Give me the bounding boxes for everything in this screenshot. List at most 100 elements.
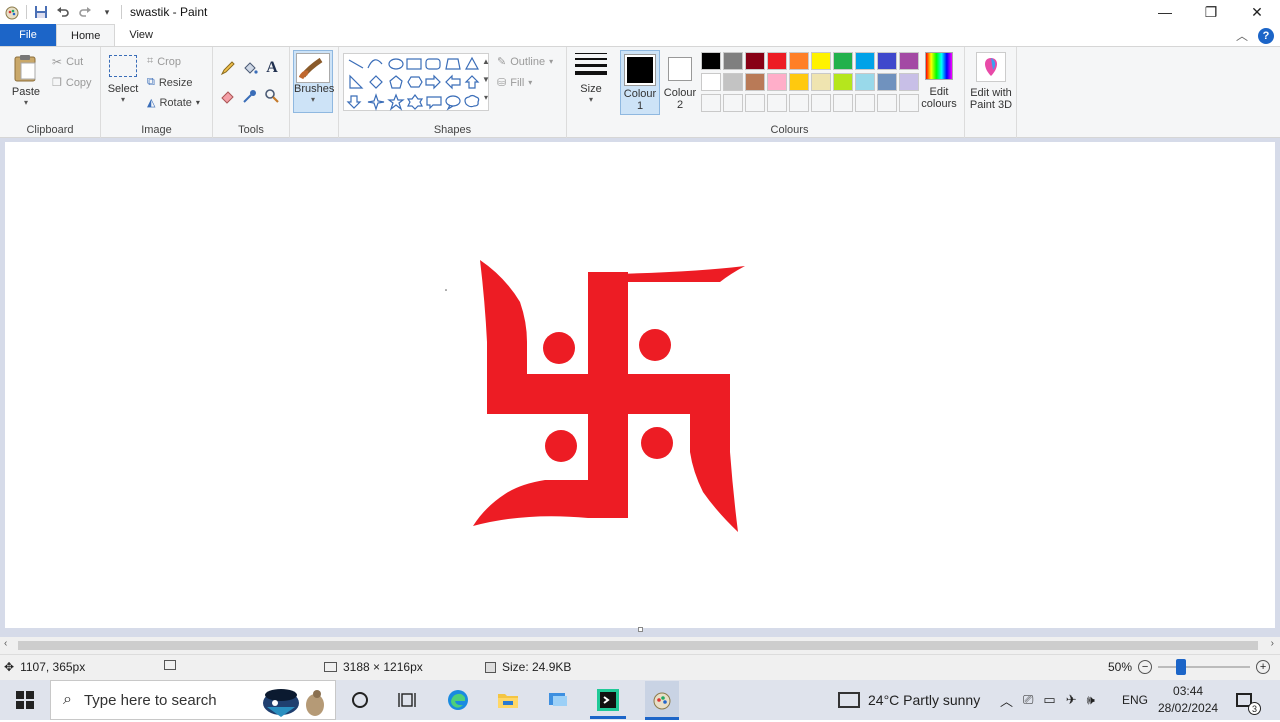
cut-button[interactable]: ✂ Cut [52, 55, 83, 69]
empty-colour-swatch[interactable] [833, 94, 853, 112]
paint-taskbar-icon[interactable] [645, 681, 679, 719]
redo-icon[interactable] [77, 4, 93, 20]
shape-line[interactable] [348, 59, 364, 69]
notification-center[interactable]: 3 [1236, 680, 1261, 720]
taskbar-search[interactable]: ⌕ Type here to search [50, 680, 336, 720]
shape-six-point-star[interactable] [406, 94, 424, 110]
scroll-left-icon[interactable]: ‹ [4, 638, 7, 649]
zoom-in-icon[interactable]: + [1256, 660, 1271, 674]
canvas-resize-handle[interactable] [638, 627, 643, 632]
help-icon[interactable]: ? [1258, 27, 1274, 44]
colour-swatch[interactable] [811, 73, 831, 91]
pycharm-icon[interactable] [596, 688, 620, 712]
colour-swatch[interactable] [899, 73, 919, 91]
colour1-button[interactable]: Colour 1 [620, 50, 660, 115]
colour-swatch[interactable] [899, 52, 919, 70]
empty-colour-swatch[interactable] [767, 94, 787, 112]
shape-right-arrow[interactable] [425, 74, 441, 90]
shape-oval-callout[interactable] [445, 95, 461, 111]
colour-swatch[interactable] [767, 52, 787, 70]
colour-swatch[interactable] [701, 73, 721, 91]
zoom-out-icon[interactable]: − [1138, 660, 1153, 674]
show-hidden-icons-icon[interactable]: ︿ [1000, 691, 1013, 710]
shape-five-point-star[interactable] [387, 93, 405, 111]
file-explorer-icon[interactable] [496, 688, 520, 712]
shape-left-arrow[interactable] [445, 74, 461, 90]
empty-colour-swatch[interactable] [701, 94, 721, 112]
language-indicator[interactable]: ENG [1122, 680, 1148, 720]
windows-start-icon[interactable] [13, 688, 37, 712]
empty-colour-swatch[interactable] [899, 94, 919, 112]
horizontal-scrollbar[interactable]: ‹ › [0, 637, 1280, 654]
colour-swatch[interactable] [701, 52, 721, 70]
fill-bucket-icon[interactable] [241, 59, 259, 77]
fill-button[interactable]: ⛁ Fill ▾ [497, 76, 532, 90]
size-button[interactable]: Size ▾ [573, 53, 609, 104]
rotate-button[interactable]: ◭ Rotate ▾ [147, 96, 200, 110]
shape-polygon[interactable] [445, 58, 461, 70]
magnifier-icon[interactable] [263, 87, 281, 105]
colour2-button[interactable]: Colour 2 [662, 50, 698, 115]
shape-four-point-star[interactable] [367, 93, 385, 111]
maximize-button[interactable]: ❐ [1188, 0, 1234, 24]
minimize-button[interactable]: — [1142, 0, 1188, 24]
empty-colour-swatch[interactable] [745, 94, 765, 112]
collapse-ribbon-icon[interactable]: ︿ [1236, 27, 1248, 44]
shape-rounded-callout[interactable] [426, 96, 442, 110]
edit-with-paint3d-button[interactable]: Edit with Paint 3D [967, 52, 1015, 111]
copy-button[interactable]: ❐ Copy [52, 76, 92, 90]
colour-swatch[interactable] [789, 52, 809, 70]
shape-right-triangle[interactable] [349, 74, 364, 89]
pencil-icon[interactable] [219, 59, 237, 77]
empty-colour-swatch[interactable] [789, 94, 809, 112]
resize-button[interactable]: ⧉ Resize [147, 76, 192, 89]
edit-colours-button[interactable]: Edit colours [918, 52, 960, 110]
close-button[interactable]: ✕ [1234, 0, 1280, 24]
colour-swatch[interactable] [745, 73, 765, 91]
shape-down-arrow[interactable] [346, 95, 362, 109]
colour-swatch[interactable] [767, 73, 787, 91]
meet-now-icon[interactable]: ⎚ [1023, 692, 1033, 708]
airplane-mode-icon[interactable]: ✈ [1066, 692, 1077, 708]
shape-oval[interactable] [388, 58, 404, 70]
colour-swatch[interactable] [789, 73, 809, 91]
zoom-slider-thumb[interactable] [1176, 659, 1187, 675]
empty-colour-swatch[interactable] [877, 94, 897, 112]
tab-file[interactable]: File [0, 24, 56, 46]
zoom-slider[interactable] [1158, 659, 1251, 675]
customize-toolbar-icon[interactable]: ▾ [99, 4, 115, 20]
empty-colour-swatch[interactable] [811, 94, 831, 112]
shape-pentagon[interactable] [389, 75, 403, 89]
shape-hexagon[interactable] [407, 76, 423, 88]
paste-button[interactable]: Paste ▾ [8, 53, 44, 107]
scrollbar-thumb[interactable] [18, 641, 1258, 650]
colour-swatch[interactable] [855, 73, 875, 91]
empty-colour-swatch[interactable] [855, 94, 875, 112]
crop-button[interactable]: ⌗ Crop [147, 55, 181, 68]
scroll-right-icon[interactable]: › [1271, 638, 1274, 649]
brushes-button[interactable]: Brushes ▾ [293, 50, 334, 113]
volume-icon[interactable]: 🕪 [1087, 692, 1095, 708]
colour-swatch[interactable] [723, 73, 743, 91]
task-view-icon[interactable] [396, 688, 420, 712]
save-icon[interactable] [33, 4, 49, 20]
colour-swatch[interactable] [855, 52, 875, 70]
select-button[interactable]: Select ▾ [107, 55, 139, 104]
shape-rounded-rectangle[interactable] [425, 58, 441, 70]
outline-button[interactable]: ✎ Outline ▾ [497, 55, 553, 69]
colour-swatch[interactable] [877, 73, 897, 91]
text-icon[interactable]: A [263, 59, 281, 77]
shape-up-arrow[interactable] [464, 75, 480, 89]
undo-icon[interactable] [55, 4, 71, 20]
colour-swatch[interactable] [723, 52, 743, 70]
edge-browser-icon[interactable] [446, 688, 470, 712]
clock[interactable]: 03:44 28/02/2024 [1158, 680, 1218, 720]
drawing-canvas[interactable] [5, 142, 1275, 628]
task-view-circle-icon[interactable] [348, 688, 372, 712]
shapes-scroll[interactable]: ▲ ▼ ▾ [481, 53, 491, 111]
empty-colour-swatch[interactable] [723, 94, 743, 112]
battery-icon[interactable]: ▭ [1043, 692, 1055, 708]
tab-home[interactable]: Home [56, 24, 116, 46]
shape-rectangle[interactable] [406, 58, 422, 70]
shape-curve[interactable] [367, 59, 383, 69]
